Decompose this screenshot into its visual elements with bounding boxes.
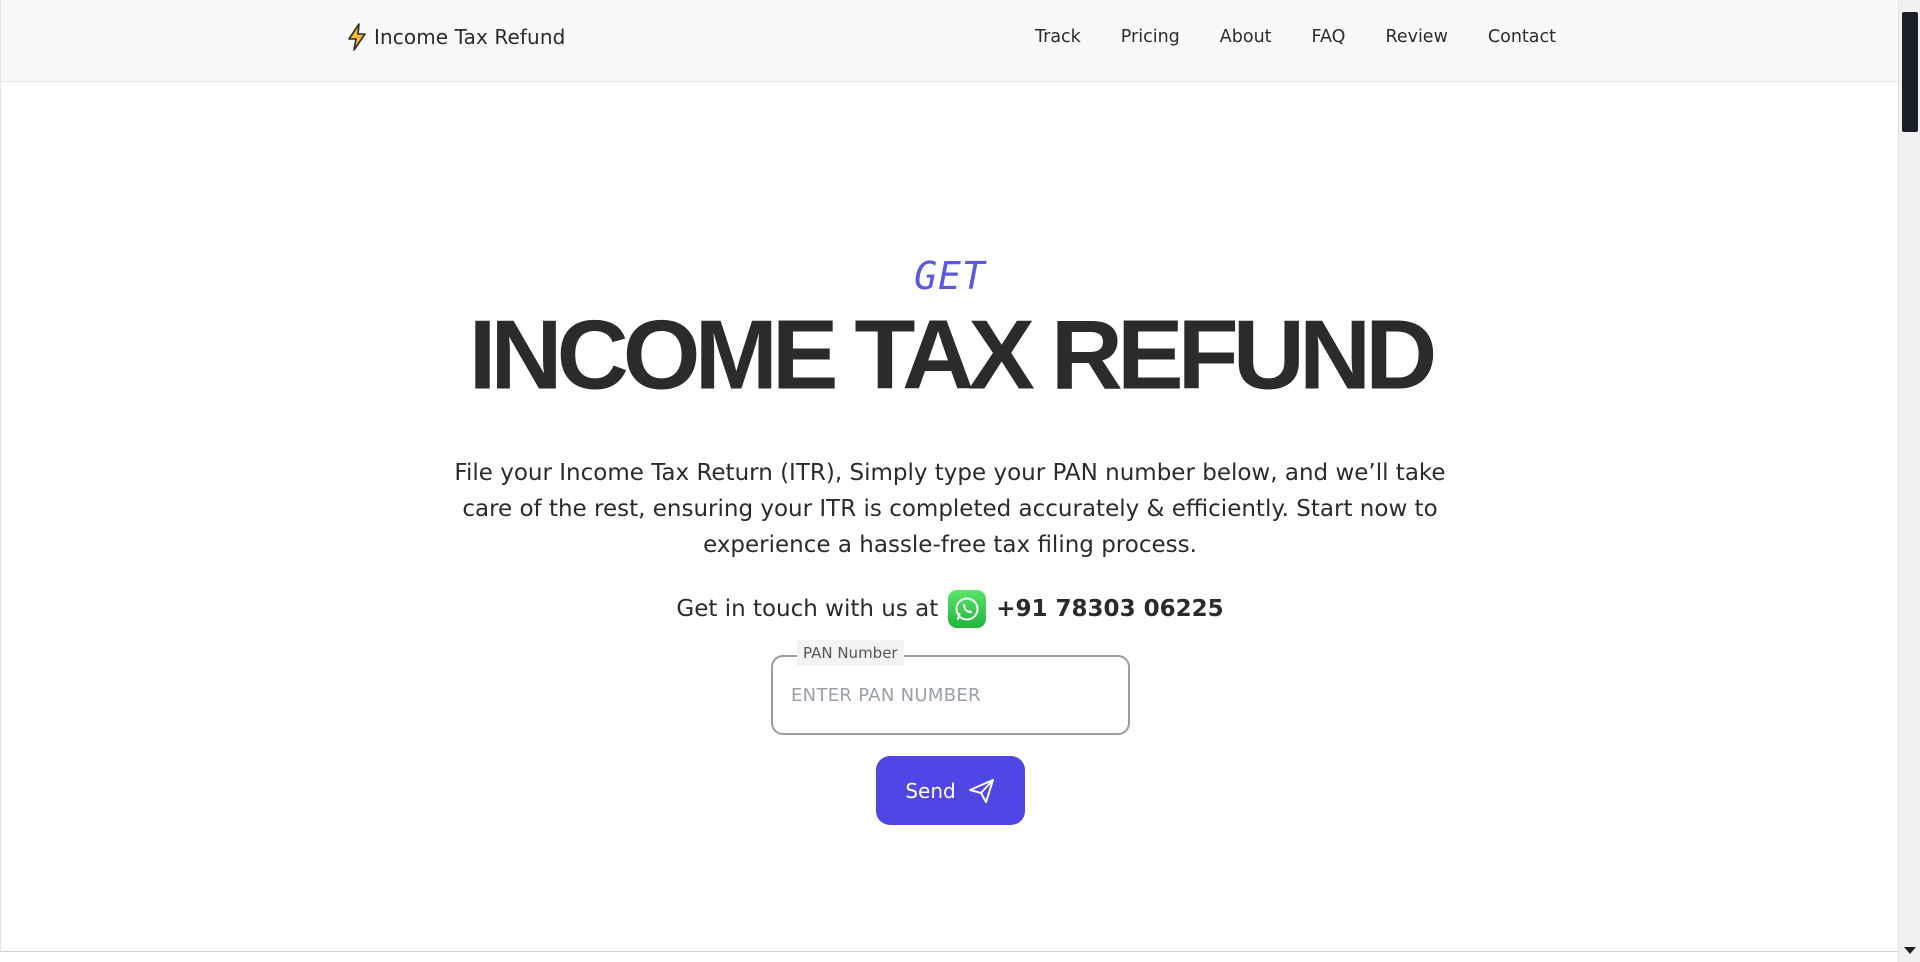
send-button-label: Send [905,778,956,803]
nav-link-contact[interactable]: Contact [1488,27,1556,47]
contact-prefix: Get in touch with us at [676,596,939,622]
paper-plane-icon [968,778,996,804]
pan-number-input[interactable] [791,677,1111,713]
main-nav: Track Pricing About FAQ Review Contact [1035,22,1556,52]
brand-name: Income Tax Refund [374,25,566,49]
nav-link-faq[interactable]: FAQ [1312,27,1346,47]
bottom-edge [0,952,1898,962]
scroll-down-arrow-icon[interactable] [1904,947,1916,954]
contact-line: Get in touch with us at +91 78303 06225 [1,590,1899,628]
hero-title: INCOME TAX REFUND [468,300,1438,410]
nav-link-review[interactable]: Review [1385,27,1447,47]
hero-description: File your Income Tax Return (ITR), Simpl… [454,460,1446,558]
pan-number-label: PAN Number [797,640,904,666]
send-button[interactable]: Send [876,756,1025,825]
site-header: Income Tax Refund Track Pricing About FA… [1,0,1899,82]
pan-number-field: PAN Number [771,640,1130,735]
nav-link-about[interactable]: About [1220,27,1272,47]
nav-link-pricing[interactable]: Pricing [1121,27,1180,47]
whatsapp-icon[interactable] [948,590,987,628]
nav-link-track[interactable]: Track [1035,27,1081,47]
brand-logo-link[interactable]: Income Tax Refund [346,22,565,52]
phone-number-link[interactable]: +91 78303 06225 [996,596,1223,622]
hero-kicker: GET [914,254,986,298]
lightning-bolt-icon [346,23,368,51]
vertical-scrollbar[interactable] [1898,0,1920,962]
page-viewport: Income Tax Refund Track Pricing About FA… [0,0,1899,952]
scrollbar-thumb[interactable] [1902,12,1918,132]
